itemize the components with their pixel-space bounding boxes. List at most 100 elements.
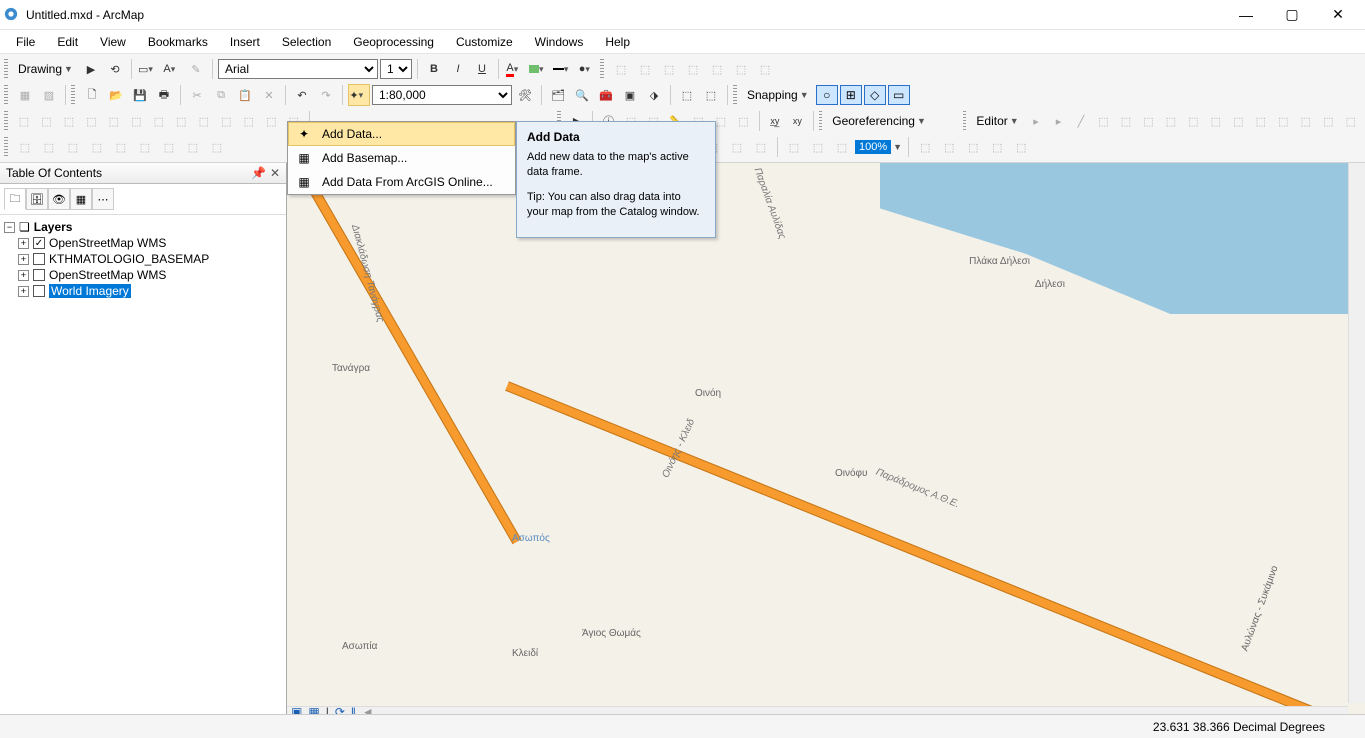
toolbar-grip[interactable] [4, 59, 8, 79]
r4-20[interactable]: ⬚ [831, 136, 853, 158]
extra-tool-3[interactable]: ⬚ [658, 58, 680, 80]
edit-t1[interactable]: ⬚ [14, 110, 34, 132]
toolbar-grip[interactable] [71, 85, 75, 105]
layer-checkbox[interactable] [33, 269, 45, 281]
toolbar-grip[interactable] [4, 137, 8, 157]
r4-2[interactable]: ⬚ [38, 136, 60, 158]
bold-button[interactable]: B [423, 58, 445, 80]
misc-tool-b[interactable]: ⬚ [700, 84, 722, 106]
edit-t5[interactable]: ⬚ [104, 110, 124, 132]
toc-tab-drawing-order[interactable]: 🗀 [4, 188, 26, 210]
ed-t5[interactable]: ⬚ [1116, 110, 1136, 132]
toolbar-grip[interactable] [819, 111, 823, 131]
r4-6[interactable]: ⬚ [134, 136, 156, 158]
r4-17[interactable]: ⬚ [750, 136, 772, 158]
toc-tab-visibility[interactable]: 👁 [48, 188, 70, 210]
xy-tool2[interactable]: xy [787, 110, 807, 132]
r4-3[interactable]: ⬚ [62, 136, 84, 158]
minimize-button[interactable]: — [1223, 0, 1269, 30]
r4-23[interactable]: ⬚ [962, 136, 984, 158]
toolbar-grip[interactable] [963, 111, 967, 131]
menu-file[interactable]: File [6, 33, 45, 51]
toc-layer-item[interactable]: + KTHMATOLOGIO_BASEMAP [4, 251, 282, 267]
layer-checkbox[interactable]: ✓ [33, 237, 45, 249]
xy-tool[interactable]: x̲y̲ [765, 110, 785, 132]
close-button[interactable]: ✕ [1315, 0, 1361, 30]
extra-tool-7[interactable]: ⬚ [754, 58, 776, 80]
r4-4[interactable]: ⬚ [86, 136, 108, 158]
ed-t12[interactable]: ⬚ [1273, 110, 1293, 132]
snap-vertex-button[interactable]: ◇ [864, 85, 886, 105]
font-combo[interactable]: Arial [218, 59, 378, 79]
snap-edge-button[interactable]: ▭ [888, 85, 910, 105]
edit-t4[interactable]: ⬚ [81, 110, 101, 132]
menu-insert[interactable]: Insert [220, 33, 270, 51]
toolbar-grip[interactable] [600, 59, 604, 79]
r4-24[interactable]: ⬚ [986, 136, 1008, 158]
r4-9[interactable]: ⬚ [206, 136, 228, 158]
toc-tab-source[interactable]: 🗄 [26, 188, 48, 210]
map-view[interactable]: Τανάγρα Οινόη Οινόφυ Ασωπία Ασωπός Κλειδ… [287, 163, 1365, 723]
extra-tool-2[interactable]: ⬚ [634, 58, 656, 80]
cut-button[interactable]: ✂ [186, 84, 208, 106]
r4-7[interactable]: ⬚ [158, 136, 180, 158]
edit-t10[interactable]: ⬚ [216, 110, 236, 132]
r4-1[interactable]: ⬚ [14, 136, 36, 158]
rotate-tool[interactable]: ⟲ [104, 58, 126, 80]
toc-root-layers[interactable]: − ❏ Layers [4, 219, 282, 235]
ed-t3[interactable]: ╱ [1071, 110, 1091, 132]
edit-t11[interactable]: ⬚ [239, 110, 259, 132]
italic-button[interactable]: I [447, 58, 469, 80]
search-window-button[interactable]: 🔍 [571, 84, 593, 106]
select-element-tool[interactable]: ▶ [80, 58, 102, 80]
snap-end-button[interactable]: ⊞ [840, 85, 862, 105]
menu-bookmarks[interactable]: Bookmarks [138, 33, 218, 51]
ed-t7[interactable]: ⬚ [1161, 110, 1181, 132]
catalog-window-button[interactable]: 🗂 [547, 84, 569, 106]
model-builder-button[interactable]: ⬗ [643, 84, 665, 106]
delete-button[interactable]: ✕ [258, 84, 280, 106]
font-color-button[interactable]: A▾ [504, 58, 526, 80]
edit-t12[interactable]: ⬚ [261, 110, 281, 132]
add-data-button[interactable]: ✦▾ [348, 84, 370, 106]
toc-tab-options[interactable]: ⋯ [92, 188, 114, 210]
extra-tool-1[interactable]: ⬚ [610, 58, 632, 80]
ed-t9[interactable]: ⬚ [1206, 110, 1226, 132]
menu-view[interactable]: View [90, 33, 136, 51]
r4-8[interactable]: ⬚ [182, 136, 204, 158]
ed-t6[interactable]: ⬚ [1138, 110, 1158, 132]
toolbar-grip[interactable] [4, 85, 8, 105]
misc-1[interactable]: ▦ [14, 84, 36, 106]
misc-2[interactable]: ▨ [38, 84, 60, 106]
menu-selection[interactable]: Selection [272, 33, 341, 51]
expander-icon[interactable]: + [18, 286, 29, 297]
menu-geoprocessing[interactable]: Geoprocessing [343, 33, 444, 51]
edit-t8[interactable]: ⬚ [171, 110, 191, 132]
edit-vertices-tool[interactable]: ✎ [185, 58, 207, 80]
edit-t7[interactable]: ⬚ [149, 110, 169, 132]
ed-t1[interactable]: ▸ [1026, 110, 1046, 132]
ed-t15[interactable]: ⬚ [1341, 110, 1361, 132]
expander-icon[interactable]: − [4, 222, 15, 233]
edit-t6[interactable]: ⬚ [126, 110, 146, 132]
expander-icon[interactable]: + [18, 238, 29, 249]
ed-t10[interactable]: ⬚ [1228, 110, 1248, 132]
toc-layer-item[interactable]: + OpenStreetMap WMS [4, 267, 282, 283]
ed-t8[interactable]: ⬚ [1183, 110, 1203, 132]
layer-checkbox[interactable] [33, 253, 45, 265]
print-button[interactable]: 🖶 [153, 84, 175, 106]
menu-item-add-data[interactable]: ✦ Add Data... [288, 122, 515, 146]
ed-t14[interactable]: ⬚ [1318, 110, 1338, 132]
toc-layer-item[interactable]: + ✓ OpenStreetMap WMS [4, 235, 282, 251]
toolbar-grip[interactable] [4, 111, 8, 131]
r4-16[interactable]: ⬚ [726, 136, 748, 158]
time-slider-tool[interactable]: ⬚ [733, 110, 753, 132]
edit-t3[interactable]: ⬚ [59, 110, 79, 132]
edit-t9[interactable]: ⬚ [194, 110, 214, 132]
r4-5[interactable]: ⬚ [110, 136, 132, 158]
misc-tool-a[interactable]: ⬚ [676, 84, 698, 106]
scale-combo[interactable]: 1:80,000 [372, 85, 512, 105]
paste-button[interactable]: 📋 [234, 84, 256, 106]
r4-21[interactable]: ⬚ [914, 136, 936, 158]
map-canvas[interactable]: Τανάγρα Οινόη Οινόφυ Ασωπία Ασωπός Κλειδ… [287, 163, 1365, 723]
